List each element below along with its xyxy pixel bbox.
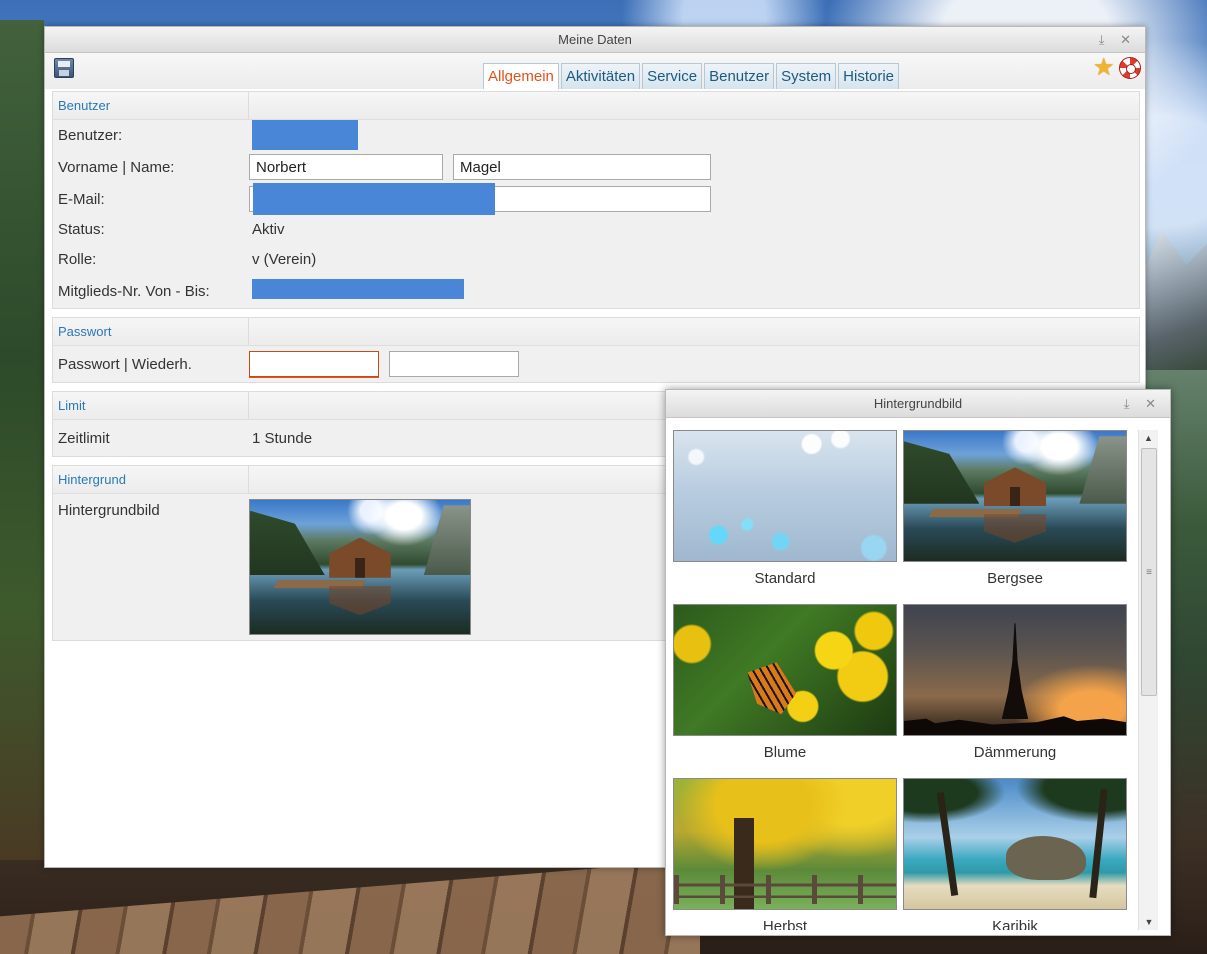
background-grid: Standard Bergsee Blume Dämmerung Herbst … [673,430,1128,930]
row-rolle: Rolle: v (Verein) [53,244,1139,274]
background-option-karibik[interactable]: Karibik [903,778,1127,930]
section-heading: Benutzer [53,92,249,119]
background-image[interactable] [903,604,1127,736]
row-mitglied: Mitglieds-Nr. Von - Bis: [53,274,1139,308]
background-image[interactable] [673,430,897,562]
section-heading: Passwort [53,318,249,345]
popup-titlebar[interactable]: Hintergrundbild ⤓ ✕ [666,390,1170,418]
tab-system[interactable]: System [776,63,837,89]
background-caption: Bergsee [987,570,1043,587]
star-icon[interactable]: ★ [1093,56,1117,80]
background-image[interactable] [673,604,897,736]
background-option-bergsee[interactable]: Bergsee [903,430,1127,590]
tab-allgemein[interactable]: Allgemein [483,63,559,89]
main-window-title: Meine Daten [558,32,632,47]
label-hintergrundbild: Hintergrundbild [58,502,160,519]
row-benutzer: Benutzer: [53,120,1139,150]
last-name-input[interactable] [453,154,711,180]
background-option-standard[interactable]: Standard [673,430,897,590]
background-option-daemmerung[interactable]: Dämmerung [903,604,1127,764]
section-passwort: Passwort Passwort | Wiederh. [52,317,1140,383]
label-passwort: Passwort | Wiederh. [58,355,192,373]
label-mitglied: Mitglieds-Nr. Von - Bis: [58,282,210,300]
background-image[interactable] [903,430,1127,562]
password-input[interactable] [249,351,379,377]
lifebuoy-icon[interactable] [1119,57,1141,79]
first-name-input[interactable] [249,154,443,180]
tab-bar: Allgemein Aktivitäten Service Benutzer S… [483,63,901,89]
main-toolbar: Allgemein Aktivitäten Service Benutzer S… [45,53,1145,89]
section-benutzer: Benutzer Benutzer: Vorname | Name: E-Mai… [52,91,1140,309]
password-repeat-input[interactable] [389,351,519,377]
background-option-blume[interactable]: Blume [673,604,897,764]
background-caption: Blume [763,744,807,761]
tab-aktivitaeten[interactable]: Aktivitäten [560,63,641,89]
toolbar-right-icons: ★ [1093,56,1141,80]
scroll-up-icon[interactable]: ▲ [1139,430,1158,446]
zeitlimit-value: 1 Stunde [252,429,313,447]
section-heading: Limit [53,392,249,419]
save-icon[interactable] [54,58,74,78]
label-name: Vorname | Name: [58,158,175,176]
background-image[interactable] [903,778,1127,910]
background-caption: Dämmerung [973,744,1057,761]
background-option-herbst[interactable]: Herbst [673,778,897,930]
popup-window-controls[interactable]: ⤓ ✕ [1124,390,1162,418]
popup-title: Hintergrundbild [873,396,963,411]
main-titlebar[interactable]: Meine Daten ⤓ ✕ [45,27,1145,53]
section-heading: Hintergrund [53,466,249,493]
scrollbar-thumb[interactable]: ≡ [1141,448,1157,696]
background-image[interactable] [673,778,897,910]
section-header: Passwort [53,318,1139,346]
scroll-down-icon[interactable]: ▼ [1139,914,1159,930]
redacted-member-number [252,279,464,299]
role-value: v (Verein) [252,250,317,268]
tab-service[interactable]: Service [642,63,703,89]
desktop-pier [0,860,700,954]
row-email: E-Mail: [53,183,1139,215]
main-window-controls[interactable]: ⤓ ✕ [1099,27,1137,53]
tab-benutzer[interactable]: Benutzer [704,63,775,89]
label-zeitlimit: Zeitlimit [58,429,110,447]
label-email: E-Mail: [58,190,105,208]
redacted-email [253,183,495,215]
background-caption: Herbst [762,918,808,930]
row-passwort: Passwort | Wiederh. [53,346,1139,382]
background-caption: Karibik [992,918,1038,930]
label-rolle: Rolle: [58,250,97,268]
status-value: Aktiv [252,220,285,238]
hintergrundbild-dialog: Hintergrundbild ⤓ ✕ Standard Bergsee Blu… [665,389,1171,936]
desktop-mountain [1137,230,1207,370]
row-name: Vorname | Name: [53,150,1139,184]
desktop-forest [0,20,44,860]
row-status: Status: Aktiv [53,214,1139,244]
label-benutzer: Benutzer: [58,126,123,144]
current-background-thumbnail[interactable] [249,499,471,635]
section-header: Benutzer [53,92,1139,120]
popup-scrollbar[interactable]: ▲ ≡ ▼ [1138,430,1158,930]
label-status: Status: [58,220,105,238]
redacted-username [252,120,358,150]
tab-historie[interactable]: Historie [838,63,900,89]
background-caption: Standard [754,570,816,587]
